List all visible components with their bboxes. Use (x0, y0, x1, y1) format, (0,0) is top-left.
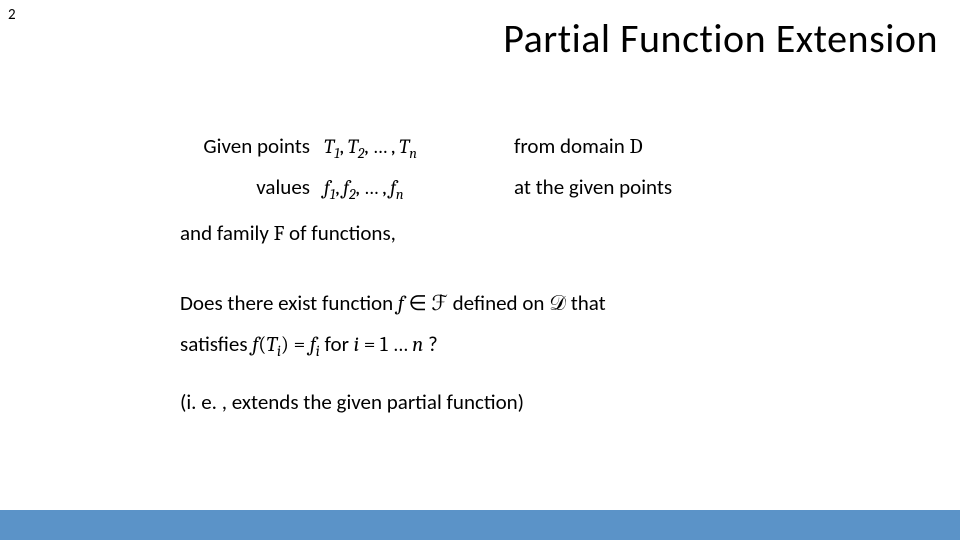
q-l1a: Does there exist function (180, 290, 398, 316)
page-number: 2 (8, 6, 16, 24)
sym-T2: T (348, 135, 358, 158)
q-eq: = (289, 333, 310, 357)
question-line-1: Does there exist function f ∈ ℱ defined … (180, 284, 880, 325)
sub-2b: 2 (349, 186, 356, 203)
points-trail: from domain D (514, 130, 643, 164)
sub-n: n (409, 145, 417, 162)
q-Dcal: 𝒟 (549, 291, 566, 315)
q-in: ∈ (404, 292, 432, 316)
family-line: and family F of functions, (180, 217, 880, 251)
sym-T1: T (324, 135, 334, 158)
slide-body: Given points T1, T2, … , Tn from domain … (180, 130, 880, 419)
points-lead: Given points (180, 130, 324, 163)
values-row: values f1, f2, … , fn at the given point… (180, 171, 880, 206)
q-qmark: ? (423, 331, 437, 357)
family-F: F (274, 222, 285, 246)
values-trail: at the given points (514, 171, 672, 204)
dots: … (372, 135, 386, 158)
q-for: for (320, 331, 354, 357)
trail-text: from domain (514, 133, 630, 159)
q-eq2: = 1 … (359, 333, 412, 357)
sym-Tn: T (399, 135, 409, 158)
values-lead: values (180, 171, 324, 204)
q-Ti: T (266, 333, 277, 357)
q-n: n (412, 333, 423, 357)
q-rpar: ) (281, 333, 289, 357)
q-Fcal: ℱ (431, 291, 448, 315)
dots-b: … (363, 176, 377, 199)
slide-title: Partial Function Extension (503, 14, 938, 63)
family-post: of functions, (284, 220, 396, 246)
q-that: that (566, 290, 606, 316)
values-math: f1, f2, … , fn (324, 172, 514, 206)
sub-nb: n (396, 186, 404, 203)
footer-bar (0, 510, 960, 540)
q-l2a: satisfies (180, 331, 252, 357)
family-pre: and family (180, 220, 274, 246)
q-defined: defined on (448, 290, 549, 316)
question-block: Does there exist function f ∈ ℱ defined … (180, 284, 880, 366)
points-math: T1, T2, … , Tn (324, 131, 514, 165)
domain-D: D (630, 135, 643, 159)
question-line-2: satisfies f(Ti) = fi for i = 1 … n ? (180, 325, 880, 366)
points-row: Given points T1, T2, … , Tn from domain … (180, 130, 880, 165)
note-line: (i. e. , extends the given partial funct… (180, 386, 880, 419)
